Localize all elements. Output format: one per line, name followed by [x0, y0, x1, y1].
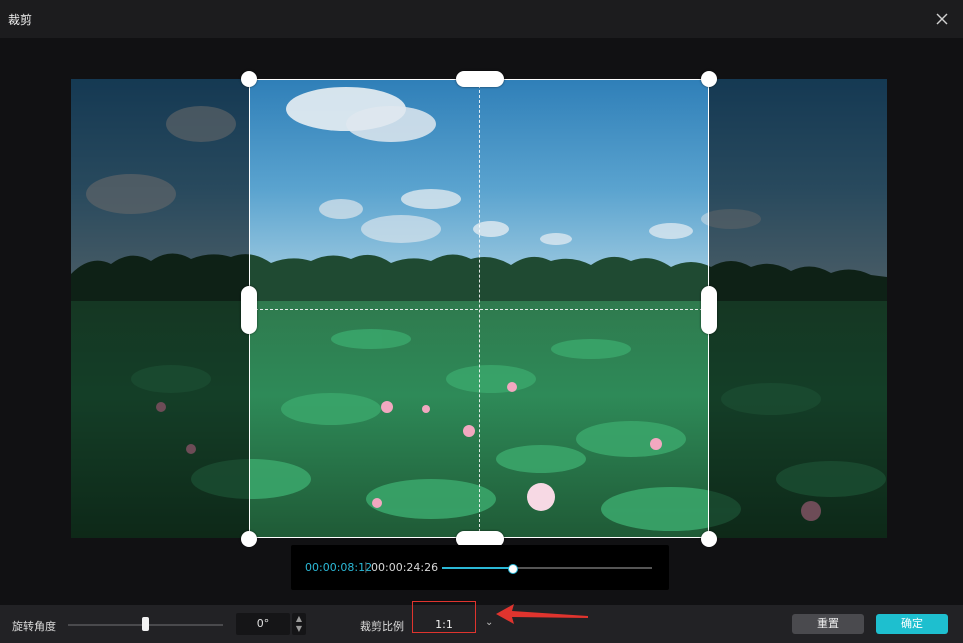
crop-handle-top-right[interactable] [701, 71, 717, 87]
close-button[interactable] [933, 10, 951, 28]
window-title: 裁剪 [8, 13, 33, 27]
crop-handle-bottom-right[interactable] [701, 531, 717, 547]
rotation-angle-input[interactable]: 0° [236, 613, 290, 635]
crop-handle-bottom-left[interactable] [241, 531, 257, 547]
crop-ratio-label: 裁剪比例 [360, 620, 404, 633]
rotation-angle-value: 0° [256, 617, 270, 630]
playback-bar: 00:00:08:12 | 00:00:24:26 [291, 545, 669, 590]
crop-box[interactable] [249, 79, 709, 538]
crop-ratio-select[interactable]: 1:1 [412, 601, 476, 633]
crop-handle-top[interactable] [456, 71, 504, 87]
crop-toolbar: 旋转角度 0° ▲ ▼ 裁剪比例 1:1 ⌄ 重置 确定 [0, 601, 963, 643]
current-time: 00:00:08:12 [305, 561, 373, 574]
crop-mask-left [71, 79, 249, 538]
crop-mask-right [709, 79, 887, 538]
crop-guide-horizontal [250, 309, 708, 310]
stepper-down-icon[interactable]: ▼ [292, 624, 306, 634]
crop-handle-right[interactable] [701, 286, 717, 334]
rotation-label: 旋转角度 [12, 620, 56, 633]
total-time: 00:00:24:26 [371, 561, 439, 574]
crop-handle-left[interactable] [241, 286, 257, 334]
rotation-slider-thumb[interactable] [141, 617, 149, 631]
annotation-arrow-icon [496, 604, 588, 624]
stepper-up-icon[interactable]: ▲ [292, 614, 306, 624]
close-icon [936, 13, 948, 25]
crop-handle-top-left[interactable] [241, 71, 257, 87]
rotation-stepper[interactable]: ▲ ▼ [292, 613, 306, 635]
title-bar: 裁剪 [0, 0, 963, 38]
seek-bar-thumb[interactable] [508, 564, 519, 574]
time-separator: | [364, 560, 368, 573]
crop-ratio-value: 1:1 [435, 618, 453, 631]
confirm-button[interactable]: 确定 [876, 614, 948, 634]
reset-button[interactable]: 重置 [792, 614, 864, 634]
seek-bar-progress [442, 567, 514, 569]
seek-bar[interactable] [442, 564, 652, 574]
